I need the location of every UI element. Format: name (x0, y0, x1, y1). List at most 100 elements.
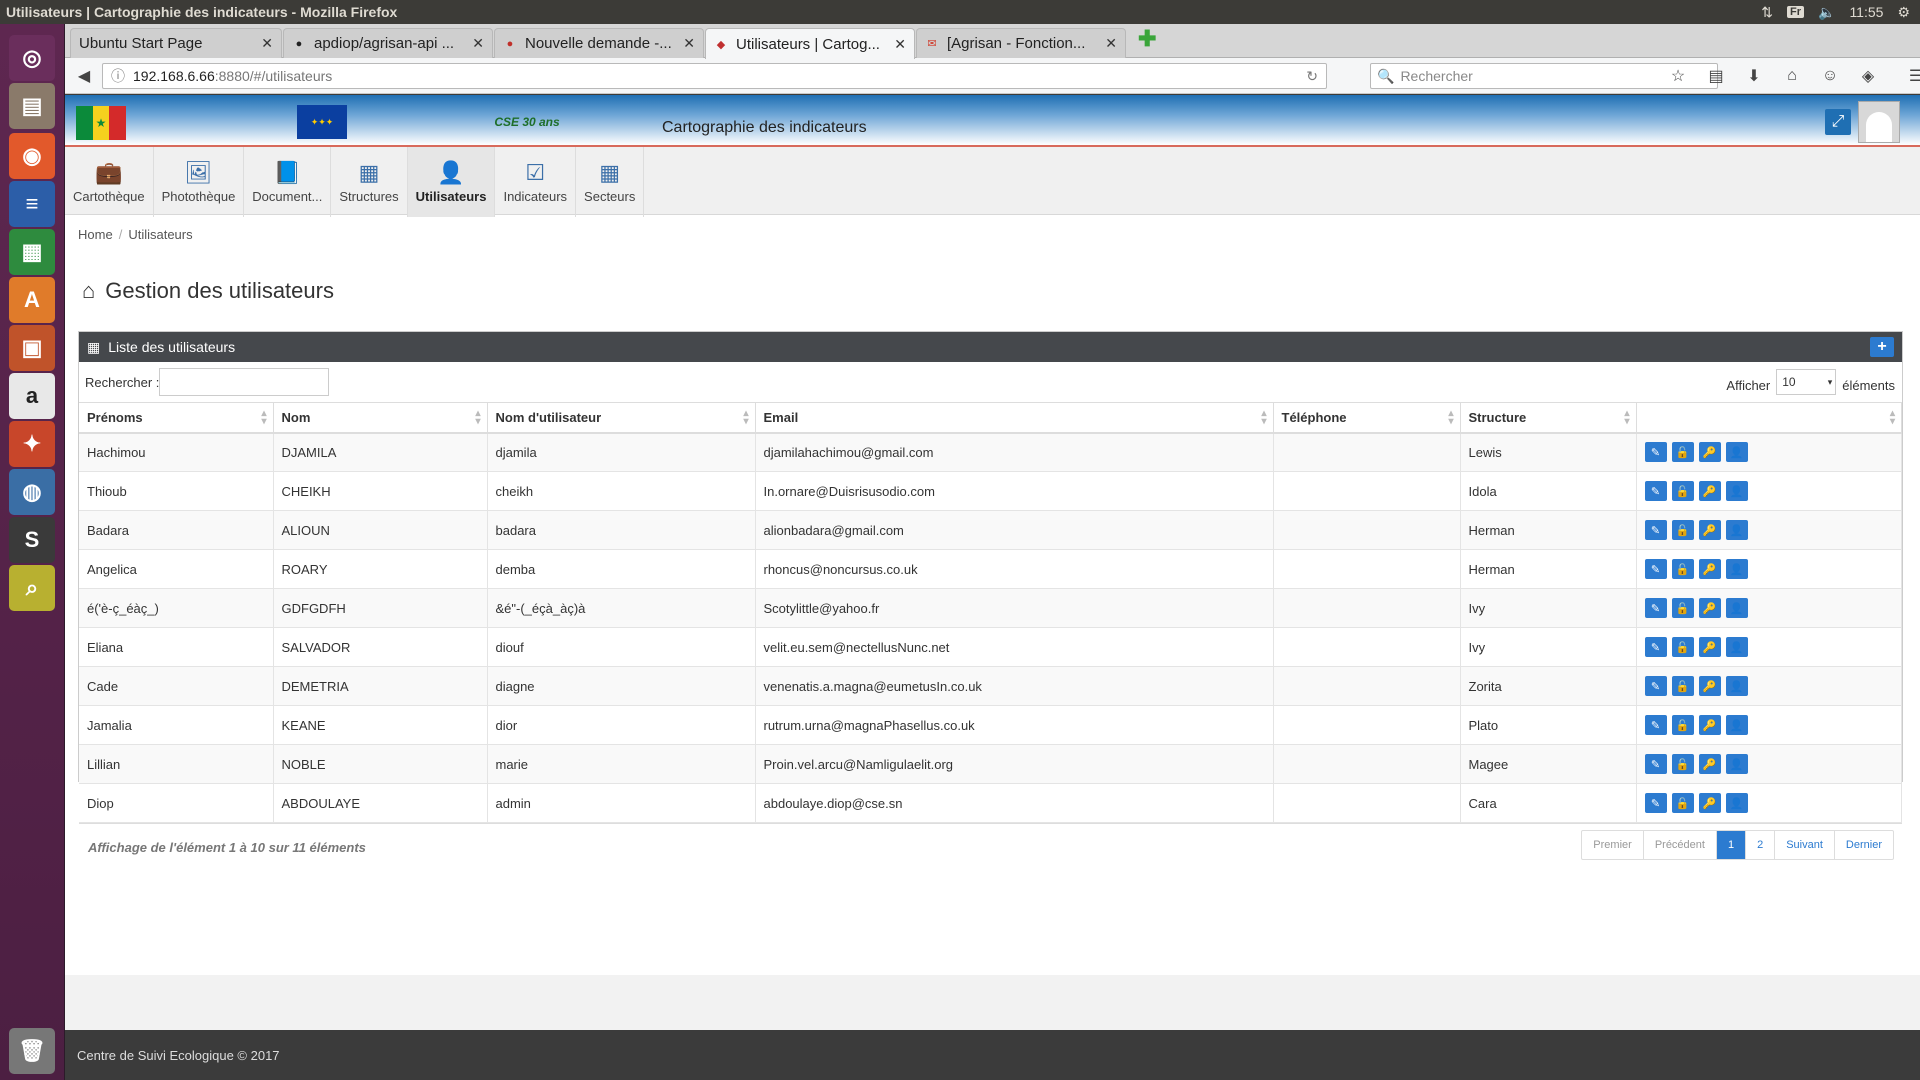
tab-utilisateurs[interactable]: ◆ Utilisateurs | Cartog... ✕ (705, 28, 915, 59)
tab-nouvelle-demande[interactable]: ● Nouvelle demande -... ✕ (494, 28, 704, 58)
reset-password-button[interactable]: 🔑 (1698, 520, 1721, 540)
pager-page-1[interactable]: 1 (1716, 831, 1747, 859)
profile-button[interactable]: 👤 (1725, 598, 1748, 618)
tab-apdiop[interactable]: ● apdiop/agrisan-api ... ✕ (283, 28, 493, 58)
menu-item-structures[interactable]: ▦ Structures (331, 147, 408, 217)
back-arrow-icon[interactable]: ◀ (71, 63, 97, 89)
tab-agrisan-gmail[interactable]: ✉ [Agrisan - Fonction... ✕ (916, 28, 1126, 58)
edit-button[interactable]: ✎ (1644, 520, 1667, 540)
reset-password-button[interactable]: 🔑 (1698, 598, 1721, 618)
menu-item-cartotheque[interactable]: 💼 Cartothèque (65, 147, 154, 217)
profile-button[interactable]: 👤 (1725, 793, 1748, 813)
column-header-username[interactable]: Nom d'utilisateur ▴ ▾ (487, 402, 756, 434)
pocket-icon[interactable]: ◈ (1855, 63, 1881, 89)
reset-password-button[interactable]: 🔑 (1698, 637, 1721, 657)
pgadmin-icon[interactable]: ◍ (5, 465, 59, 519)
unlock-button[interactable]: 🔓 (1671, 598, 1694, 618)
edit-button[interactable]: ✎ (1644, 598, 1667, 618)
column-header-actions[interactable]: ▴ ▾ (1636, 402, 1902, 434)
menu-item-phototheque[interactable]: 🖼 Photothèque (154, 147, 245, 217)
profile-button[interactable]: 👤 (1725, 442, 1748, 463)
unlock-button[interactable]: 🔓 (1671, 793, 1694, 813)
unlock-button[interactable]: 🔓 (1671, 637, 1694, 657)
unlock-button[interactable]: 🔓 (1671, 715, 1694, 735)
edit-button[interactable]: ✎ (1644, 559, 1667, 579)
add-user-button[interactable]: + (1870, 337, 1894, 357)
column-header-prenoms[interactable]: Prénoms ▴ ▾ (79, 402, 274, 434)
edit-button[interactable]: ✎ (1644, 637, 1667, 657)
download-icon[interactable]: ⬇ (1741, 63, 1767, 89)
unlock-button[interactable]: 🔓 (1671, 559, 1694, 579)
edit-button[interactable]: ✎ (1644, 754, 1667, 774)
profile-button[interactable]: 👤 (1725, 676, 1748, 696)
bookmark-star-icon[interactable]: ☆ (1665, 63, 1691, 89)
reset-password-button[interactable]: 🔑 (1698, 793, 1721, 813)
reset-password-button[interactable]: 🔑 (1698, 481, 1721, 501)
unlock-button[interactable]: 🔓 (1671, 676, 1694, 696)
volume-icon[interactable]: 🔈 (1818, 4, 1835, 21)
url-bar[interactable]: ⓘ 192.168.6.66:8880/#/utilisateurs ↻ (102, 63, 1327, 89)
menu-item-secteurs[interactable]: ▦ Secteurs (576, 147, 645, 217)
profile-button[interactable]: 👤 (1725, 715, 1748, 735)
menu-item-documents[interactable]: 📘 Document... (244, 147, 332, 217)
edit-button[interactable]: ✎ (1644, 793, 1667, 813)
sublime-icon[interactable]: S (5, 513, 59, 567)
chat-icon[interactable]: ☺ (1817, 63, 1843, 89)
new-tab-plus-icon[interactable]: ✚ (1138, 26, 1156, 52)
edit-button[interactable]: ✎ (1644, 481, 1667, 501)
column-header-nom[interactable]: Nom ▴ ▾ (273, 402, 488, 434)
calc-icon[interactable]: ▦ (5, 225, 59, 279)
close-icon[interactable]: ✕ (472, 35, 484, 52)
close-icon[interactable]: ✕ (261, 35, 273, 52)
tab-ubuntu-start[interactable]: Ubuntu Start Page ✕ (70, 28, 282, 58)
column-header-telephone[interactable]: Téléphone ▴ ▾ (1273, 402, 1461, 434)
pager-first[interactable]: Premier (1582, 831, 1644, 859)
files-icon[interactable]: ▤ (5, 79, 59, 133)
settings-icon[interactable]: ✦ (5, 417, 59, 471)
pager-last[interactable]: Dernier (1835, 831, 1893, 859)
trash-icon[interactable]: 🗑 (5, 1024, 59, 1078)
fullscreen-icon[interactable]: ⤢ (1825, 109, 1851, 135)
close-icon[interactable]: ✕ (683, 35, 695, 52)
reset-password-button[interactable]: 🔑 (1698, 559, 1721, 579)
reset-password-button[interactable]: 🔑 (1698, 754, 1721, 774)
profile-button[interactable]: 👤 (1725, 559, 1748, 579)
keyboard-layout-indicator[interactable]: Fr (1787, 6, 1804, 18)
reset-password-button[interactable]: 🔑 (1698, 676, 1721, 696)
info-icon[interactable]: ⓘ (111, 66, 125, 86)
unlock-button[interactable]: 🔓 (1671, 754, 1694, 774)
breadcrumb-home-link[interactable]: Home (78, 227, 113, 242)
menu-item-utilisateurs[interactable]: 👤 Utilisateurs (407, 147, 496, 217)
menu-item-indicateurs[interactable]: ☑ Indicateurs (495, 147, 577, 217)
reset-password-button[interactable]: 🔑 (1698, 442, 1721, 463)
impress-icon[interactable]: ▣ (5, 321, 59, 375)
gear-icon[interactable]: ⚙ (1897, 4, 1910, 21)
edit-button[interactable]: ✎ (1644, 715, 1667, 735)
close-icon[interactable]: ✕ (1105, 35, 1117, 52)
column-header-structure[interactable]: Structure ▴ ▾ (1460, 402, 1637, 434)
software-center-icon[interactable]: A (5, 273, 59, 327)
profile-button[interactable]: 👤 (1725, 754, 1748, 774)
image-viewer-icon[interactable]: ⌕ (5, 561, 59, 615)
column-header-email[interactable]: Email ▴ ▾ (755, 402, 1274, 434)
edit-button[interactable]: ✎ (1644, 442, 1667, 463)
menu-hamburger-icon[interactable]: ☰ (1903, 63, 1920, 89)
unlock-button[interactable]: 🔓 (1671, 520, 1694, 540)
unlock-button[interactable]: 🔓 (1671, 442, 1694, 463)
pager-page-2[interactable]: 2 (1746, 831, 1776, 859)
clock[interactable]: 11:55 (1849, 4, 1883, 20)
reset-password-button[interactable]: 🔑 (1698, 715, 1721, 735)
firefox-icon[interactable]: ◉ (5, 129, 59, 183)
unlock-button[interactable]: 🔓 (1671, 481, 1694, 501)
profile-button[interactable]: 👤 (1725, 637, 1748, 657)
pager-next[interactable]: Suivant (1775, 831, 1835, 859)
profile-button[interactable]: 👤 (1725, 520, 1748, 540)
reading-list-icon[interactable]: ▤ (1703, 63, 1729, 89)
writer-icon[interactable]: ≡ (5, 177, 59, 231)
reload-icon[interactable]: ↻ (1306, 68, 1318, 85)
home-icon[interactable]: ⌂ (1779, 63, 1805, 89)
avatar[interactable] (1858, 101, 1900, 143)
page-size-select[interactable]: 10 ▾ (1776, 369, 1837, 395)
ubuntu-dash-icon[interactable]: ◎ (5, 31, 59, 85)
amazon-icon[interactable]: a (5, 369, 59, 423)
